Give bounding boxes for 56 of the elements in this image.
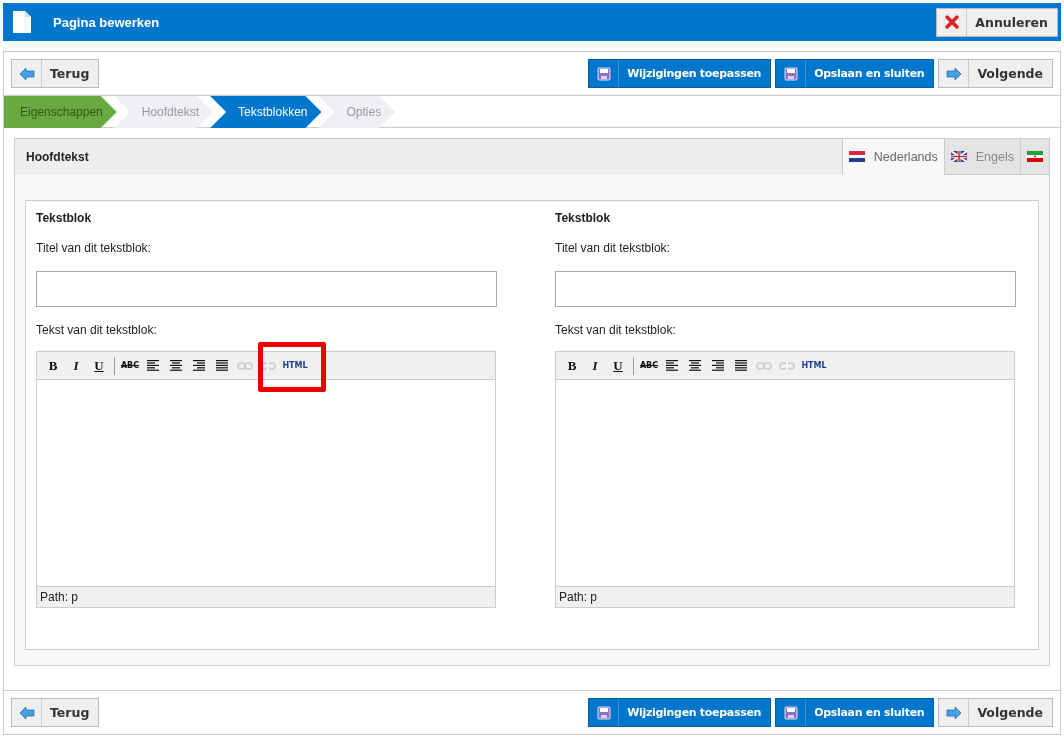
flag-icon xyxy=(848,151,865,162)
wizard-step[interactable]: Tekstblokken xyxy=(210,96,322,128)
save-close-button[interactable]: Opslaan en sluiten xyxy=(775,59,935,88)
align-left-icon xyxy=(146,359,160,372)
right-arrow-icon xyxy=(945,66,962,81)
block-heading: Tekstblok xyxy=(36,211,93,225)
editor-path: Path: p xyxy=(556,586,1014,607)
language-tab[interactable] xyxy=(1020,139,1049,175)
underline-button[interactable]: U xyxy=(88,355,110,376)
editor-path: Path: p xyxy=(37,586,495,607)
left-arrow-icon xyxy=(18,66,35,81)
strike-button[interactable]: ABC xyxy=(638,355,660,376)
broken-link-icon xyxy=(779,360,795,371)
html-button[interactable]: HTML xyxy=(280,355,310,376)
italic-button[interactable]: I xyxy=(65,355,87,376)
next-button[interactable]: Volgende xyxy=(938,698,1053,727)
align-center-icon xyxy=(169,359,183,372)
align-right-icon xyxy=(192,359,206,372)
italic-button[interactable]: I xyxy=(584,355,606,376)
html-button[interactable]: HTML xyxy=(799,355,829,376)
back-button[interactable]: Terug xyxy=(11,59,100,88)
align-right-icon xyxy=(711,359,725,372)
field-label: Tekst van dit tekstblok: xyxy=(36,323,158,337)
link-icon xyxy=(237,360,253,371)
panel-title: Hoofdtekst xyxy=(25,149,90,166)
broken-link-icon xyxy=(260,360,276,371)
justify-icon xyxy=(734,359,748,372)
link-icon xyxy=(756,360,772,371)
strike-button[interactable]: ABC xyxy=(119,355,141,376)
next-button[interactable]: Volgende xyxy=(938,59,1053,88)
document-icon xyxy=(13,11,31,33)
apply-button[interactable]: Wijzigingen toepassen xyxy=(588,698,772,727)
save-close-button[interactable]: Opslaan en sluiten xyxy=(775,698,935,727)
field-label: Titel van dit tekstblok: xyxy=(36,241,152,255)
field-label: Tekst van dit tekstblok: xyxy=(555,323,677,337)
apply-button[interactable]: Wijzigingen toepassen xyxy=(588,59,772,88)
block-heading: Tekstblok xyxy=(555,211,612,225)
align-left-icon xyxy=(665,359,679,372)
title-input[interactable] xyxy=(36,271,497,307)
flag-icon xyxy=(950,151,967,162)
flag-icon xyxy=(1027,151,1043,162)
justify-icon xyxy=(215,359,229,372)
title-input[interactable] xyxy=(555,271,1016,307)
close-icon xyxy=(944,15,959,29)
page-title: Pagina bewerken xyxy=(53,14,161,30)
left-arrow-icon xyxy=(18,705,35,720)
underline-button[interactable]: U xyxy=(607,355,629,376)
language-tab[interactable]: Nederlands xyxy=(841,139,944,175)
bold-button[interactable]: B xyxy=(561,355,583,376)
align-center-icon xyxy=(688,359,702,372)
bold-button[interactable]: B xyxy=(42,355,64,376)
field-label: Titel van dit tekstblok: xyxy=(555,241,671,255)
back-button[interactable]: Terug xyxy=(11,698,100,727)
right-arrow-icon xyxy=(945,705,962,720)
cancel-button[interactable]: Annuleren xyxy=(936,7,1058,37)
highlight-frame xyxy=(258,342,326,392)
